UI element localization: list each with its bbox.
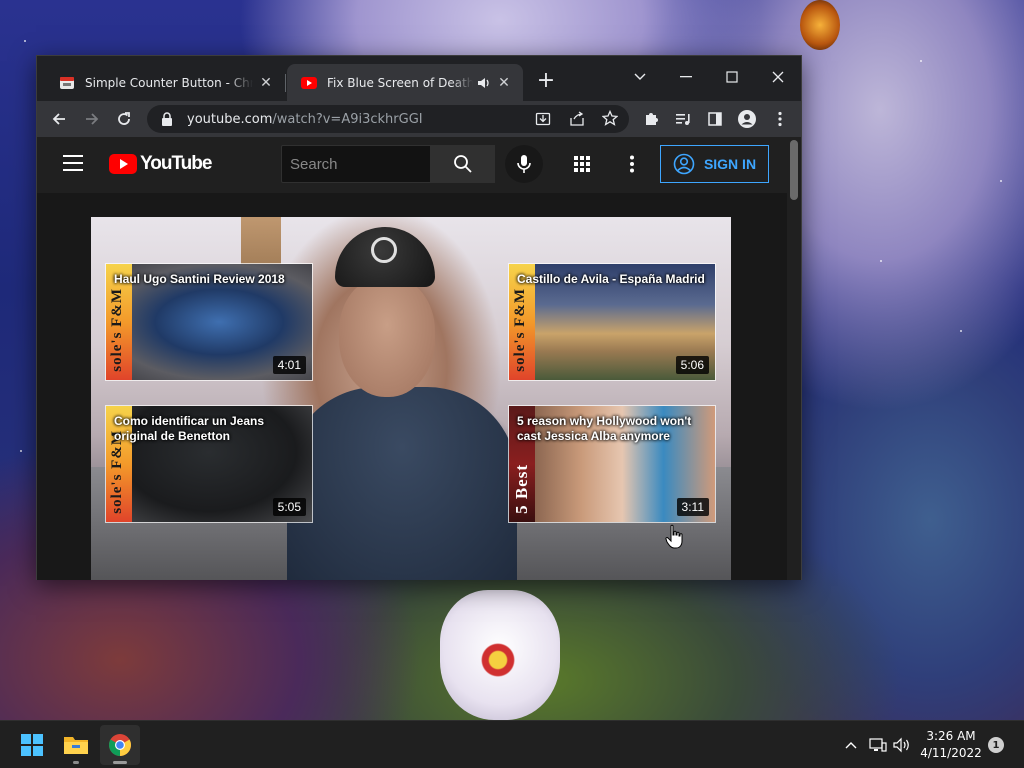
share-icon[interactable] [569,111,585,131]
url-host: youtube.com [187,111,273,127]
tab-youtube-video[interactable]: Fix Blue Screen of Death in Windows ✕ [287,64,523,101]
youtube-wordmark: YouTube [140,153,212,174]
taskbar: 3:26 AM 4/11/2022 1 [0,720,1024,768]
youtube-apps-button[interactable] [569,151,595,177]
folder-icon [64,737,88,754]
forward-button[interactable] [78,105,106,133]
search-button[interactable] [431,145,495,183]
youtube-play-icon [109,154,137,174]
search-icon [454,155,472,173]
start-button[interactable] [12,725,52,765]
endcard-video-2[interactable]: sole's F&M Castillo de Avila - España Ma… [508,263,716,381]
settings-more-button[interactable] [619,151,645,177]
endcard-video-3[interactable]: sole's F&M Como identificar un Jeans ori… [105,405,313,523]
youtube-favicon-icon [301,75,317,91]
counter-favicon-icon [59,75,75,91]
tab-separator [285,74,286,92]
video-player[interactable]: sole's F&M Haul Ugo Santini Review 2018 … [91,217,731,580]
cap-logo [371,237,397,263]
clock-time: 3:26 AM [926,729,976,743]
apps-grid-icon [574,156,590,172]
close-tab-icon[interactable]: ✕ [257,74,275,92]
reload-button[interactable] [110,105,138,133]
chrome-logo-icon [109,734,131,756]
chrome-menu-icon[interactable] [766,105,794,133]
presenter-torso [287,387,517,580]
account-circle-icon [673,153,695,175]
side-panel-icon[interactable] [701,105,729,133]
browser-toolbar: youtube.com/watch?v=A9i3ckhrGGI [37,101,801,137]
page-viewport: YouTube Search SIGN IN sole's F&M Haul U… [37,137,789,580]
tab-title: Simple Counter Button - Chrome [85,75,253,90]
close-tab-icon[interactable]: ✕ [495,74,513,92]
page-scrollbar[interactable] [787,137,801,580]
install-app-icon[interactable] [535,111,551,131]
bookmark-star-icon[interactable] [601,109,619,130]
endcard-title: Haul Ugo Santini Review 2018 [114,272,285,286]
endcard-title: Castillo de Avila - España Madrid [517,272,705,286]
address-bar[interactable]: youtube.com/watch?v=A9i3ckhrGGI [147,105,629,133]
notification-badge[interactable]: 1 [988,737,1004,753]
kebab-menu-icon [630,155,634,173]
profile-avatar-icon[interactable] [733,105,761,133]
file-explorer-button[interactable] [56,725,96,765]
tab-simple-counter[interactable]: Simple Counter Button - Chrome ✕ [45,64,285,101]
moon-eye-art [800,0,840,50]
minimize-button[interactable] [663,62,709,92]
network-icon[interactable] [867,733,889,757]
chrome-taskbar-button[interactable] [100,725,140,765]
tab-title: Fix Blue Screen of Death in Windows [327,75,473,90]
new-tab-button[interactable]: + [534,70,558,94]
endcard-video-1[interactable]: sole's F&M Haul Ugo Santini Review 2018 … [105,263,313,381]
speaker-icon[interactable] [477,76,491,90]
endcard-channel-mark: sole's F&M [109,288,125,372]
volume-icon[interactable] [891,733,913,757]
endcard-channel-mark: sole's F&M [512,288,528,372]
tab-search-chevron-icon[interactable] [617,62,663,92]
url-text[interactable]: youtube.com/watch?v=A9i3ckhrGGI [187,112,423,127]
endcard-video-4[interactable]: 5 Best 5 reason why Hollywood won't cast… [508,405,716,523]
media-controls-icon[interactable] [669,105,697,133]
search-box[interactable] [281,145,431,183]
endcard-duration: 5:06 [675,356,709,374]
show-hidden-icons-chevron[interactable] [840,733,862,757]
microphone-icon [517,155,531,173]
hamburger-menu-icon[interactable] [63,155,83,171]
youtube-logo[interactable]: YouTube [109,153,212,175]
mask-eye-art [478,640,518,680]
youtube-header: YouTube Search SIGN IN [37,137,789,193]
presenter-head [339,277,435,397]
sign-in-button[interactable]: SIGN IN [660,145,769,183]
back-button[interactable] [45,105,73,133]
maximize-button[interactable] [709,62,755,92]
endcard-duration: 4:01 [272,356,306,374]
clock-date: 4/11/2022 [920,746,982,760]
sign-in-label: SIGN IN [703,156,757,172]
close-window-button[interactable] [755,62,801,92]
endcard-duration: 3:11 [676,498,709,516]
scrollbar-thumb[interactable] [790,140,798,200]
search-input[interactable] [282,146,430,182]
endcard-title: 5 reason why Hollywood won't cast Jessic… [517,414,692,443]
system-clock[interactable]: 3:26 AM 4/11/2022 [918,728,984,762]
hand-pointer-icon [665,524,683,549]
endcard-title: Como identificar un Jeans original de Be… [114,414,265,443]
tab-strip: Simple Counter Button - Chrome ✕ Fix Blu… [37,56,801,101]
endcard-channel-mark: 5 Best [512,464,531,514]
windows-logo-icon [21,734,43,756]
extensions-puzzle-icon[interactable] [637,105,665,133]
url-path: /watch?v=A9i3ckhrGGI [272,111,423,127]
lock-icon[interactable] [161,112,175,126]
endcard-duration: 5:05 [272,498,306,516]
voice-search-button[interactable] [505,145,543,183]
chrome-window: Simple Counter Button - Chrome ✕ Fix Blu… [36,55,802,580]
